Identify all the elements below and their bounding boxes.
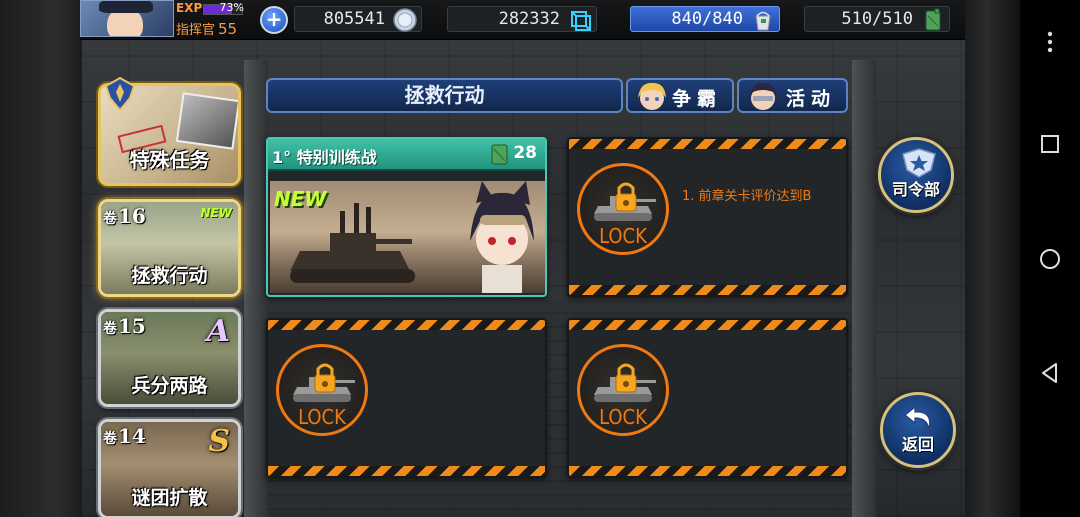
mission-1-cost: 28 [513, 143, 537, 163]
crystals-counter: 282332 [447, 6, 597, 32]
mission-3-lock-text: LOCK [298, 405, 346, 429]
home-icon[interactable] [1038, 247, 1062, 271]
crystal-cube-icon [571, 11, 591, 31]
mission-1-name: 1° 特别训练战 [272, 148, 377, 167]
photo-decoration [175, 92, 238, 150]
add-coins-button[interactable]: + [260, 6, 288, 34]
chapter-14-vol: 卷 [103, 431, 117, 447]
energy-value: 840/840 [671, 9, 743, 29]
coins-counter: 805541 [294, 6, 422, 32]
locked-tank-icon [594, 363, 656, 402]
eagle-badge-icon [104, 76, 136, 112]
fuel-can-icon [491, 144, 508, 165]
coins-value: 805541 [323, 9, 385, 29]
back-button[interactable]: 返回 [880, 392, 956, 468]
hq-button-label: 司令部 [891, 180, 940, 199]
back-button-label: 返回 [901, 435, 934, 454]
coin-icon [393, 8, 417, 32]
tab-pvp[interactable]: 争霸 [626, 78, 734, 113]
chapter-14-title: 谜团扩散 [131, 487, 208, 509]
pillar-right [852, 60, 876, 517]
rank-title: 指挥官 [176, 23, 216, 38]
paint-bucket-icon [755, 11, 771, 31]
stage-title-bar: 拯救行动 [266, 78, 623, 113]
special-missions-label: 特殊任务 [129, 148, 210, 172]
exp-label: EXP [176, 1, 203, 15]
player-level: 55 [218, 20, 238, 38]
chapter-14-num: 14 [118, 424, 146, 448]
mission-4-lock-ring: LOCK [577, 344, 669, 436]
chapter-15-title: 兵分两路 [131, 375, 208, 397]
dark-hair-girl-portrait [749, 82, 777, 110]
locked-tank-icon [293, 363, 355, 402]
star-shield-icon [902, 148, 936, 178]
chapter-16-num: 16 [118, 204, 146, 228]
exp-percent: 73% [219, 1, 244, 14]
game-viewport: EXP 73% 指挥官55 + 805541 282332 840/840 5 [0, 0, 1020, 517]
exp-panel: EXP 73% 指挥官 55 [176, 1, 244, 38]
chapter-15-grade: A [206, 314, 230, 349]
mission-1-new-tag: NEW [274, 187, 327, 211]
mission-card-2[interactable]: LOCK 1. 前章关卡评价达到B [567, 137, 848, 297]
commander-avatar[interactable] [80, 0, 174, 37]
tab-pvp-label: 争霸 [671, 88, 722, 110]
tab-event[interactable]: 活动 [737, 78, 848, 113]
mission-card-1[interactable]: 1° 特别训练战 28 NEW [266, 137, 547, 297]
left-wall [0, 0, 82, 517]
tab-event-label: 活动 [785, 88, 836, 110]
chapter-15-num: 15 [118, 314, 146, 338]
mission-card-4[interactable]: LOCK [567, 318, 848, 478]
recents-icon[interactable] [1038, 132, 1062, 156]
mission-3-lock-ring: LOCK [276, 344, 368, 436]
return-arrow-icon [904, 405, 931, 430]
pillar-left [244, 60, 268, 517]
energy-counter: 840/840 [630, 6, 780, 32]
mission-2-lock-text: LOCK [599, 224, 647, 248]
chapter-15-button[interactable]: 卷15 A 兵分两路 [98, 309, 241, 407]
hq-button[interactable]: 司令部 [878, 137, 954, 213]
right-wall [965, 0, 1020, 517]
back-triangle-icon[interactable] [1038, 361, 1062, 385]
chapter-16-number: 卷16 [103, 204, 146, 228]
blonde-girl-portrait [638, 82, 666, 110]
mission-1-header: 1° 特别训练战 28 [268, 139, 545, 171]
avatar-hat [99, 1, 153, 13]
chapter-16-button[interactable]: 卷16 NEW 拯救行动 [98, 199, 241, 297]
fuel-can-icon [925, 8, 941, 31]
rank-label: 指挥官 55 [176, 19, 237, 38]
chapter-14-button[interactable]: 卷14 S 谜团扩散 [98, 419, 241, 517]
chapter-14-grade: S [208, 424, 230, 459]
chapter-16-vol: 卷 [103, 211, 117, 227]
mission-4-lock-text: LOCK [599, 405, 647, 429]
chapter-15-number: 卷15 [103, 314, 146, 338]
mission-2-requirement: 1. 前章关卡评价达到B [682, 189, 812, 204]
crystals-value: 282332 [498, 9, 560, 29]
chapter-16-title: 拯救行动 [131, 265, 208, 287]
mission-2-lock-ring: LOCK [577, 163, 669, 255]
chapter-16-new-tag: NEW [200, 206, 232, 220]
fuel-value: 510/510 [841, 9, 913, 29]
mission-card-3[interactable]: LOCK [266, 318, 547, 478]
fuel-counter: 510/510 [804, 6, 950, 32]
chapter-14-number: 卷14 [103, 424, 146, 448]
chapter-15-vol: 卷 [103, 321, 117, 337]
locked-tank-icon [594, 182, 656, 221]
more-options-icon[interactable] [1038, 30, 1062, 54]
android-nav-bar [1020, 0, 1080, 517]
